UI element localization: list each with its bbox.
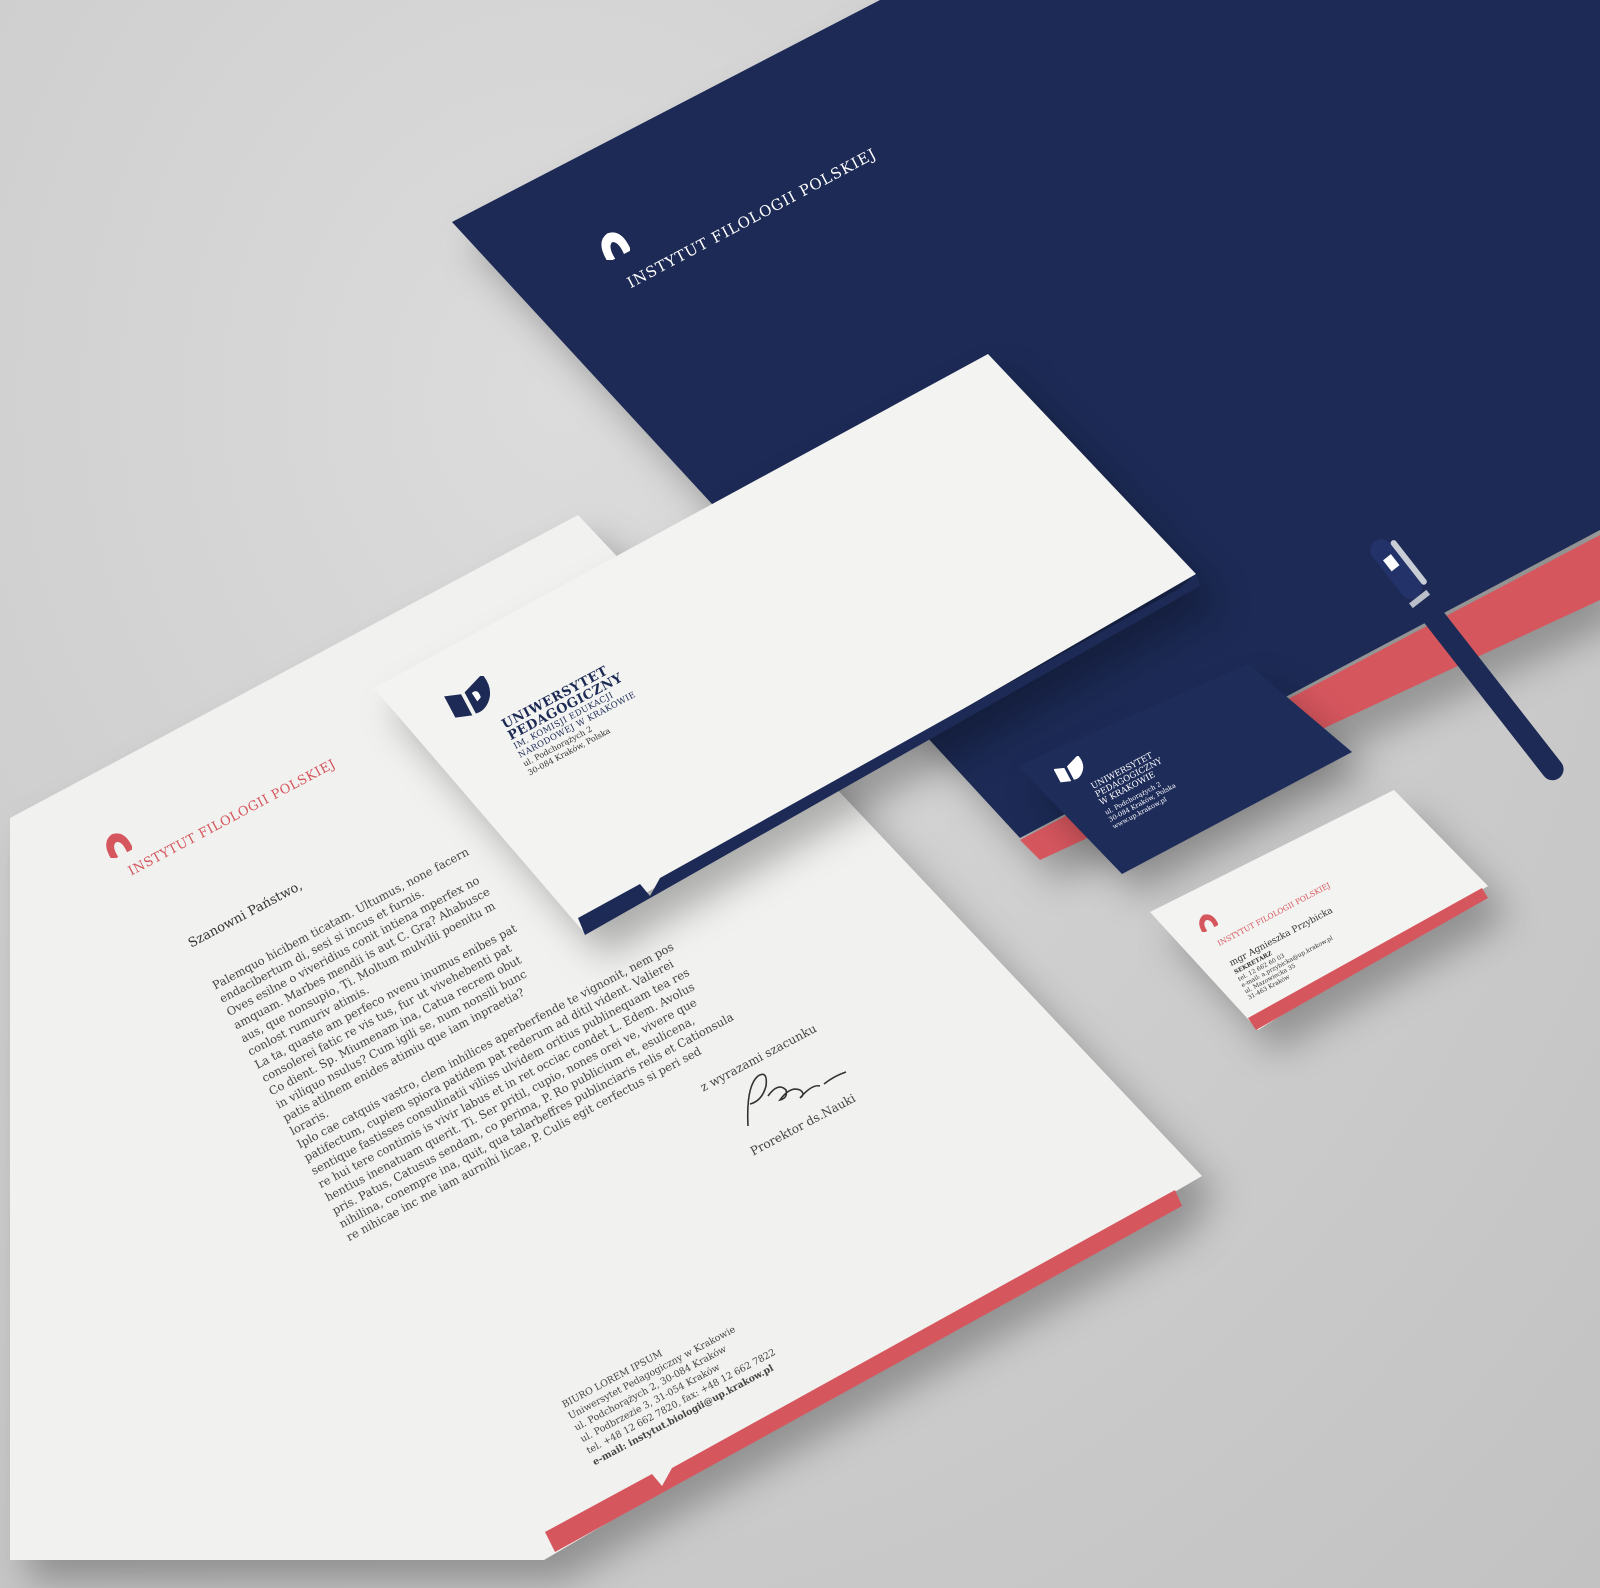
card-white-logo-icon [1196, 912, 1219, 934]
card-white-shapes [1150, 790, 1488, 1030]
stationery-mockup-scene: INSTYTUT FILOLOGII POLSKIEJ INSTYTUT FIL… [0, 0, 1600, 1588]
business-card-white: INSTYTUT FILOLOGII POLSKIEJ mgr Agnieszk… [0, 0, 1600, 1588]
